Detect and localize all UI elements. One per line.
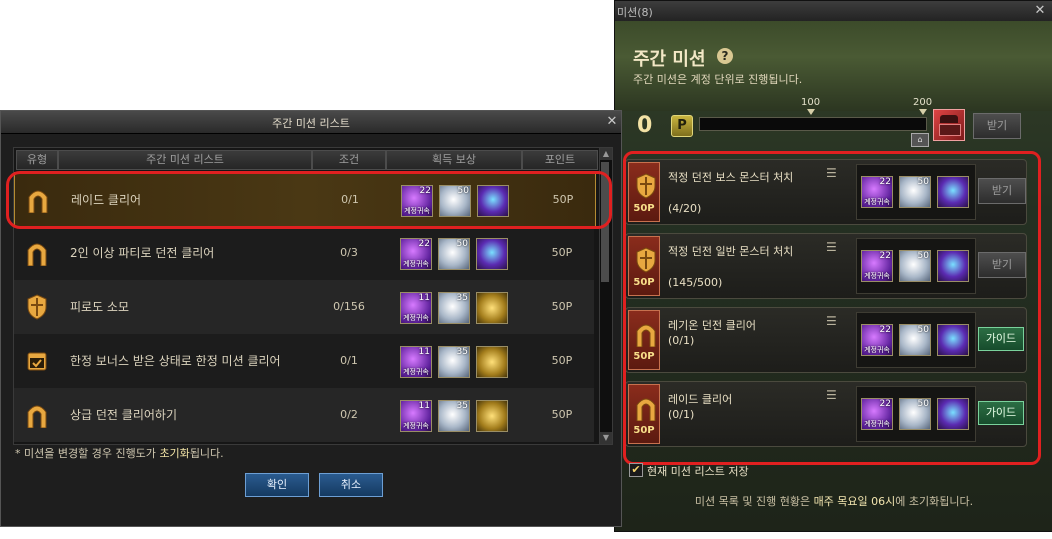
reward-count: 11 xyxy=(418,293,430,303)
mission-list-dialog: 주간 미션 리스트 ✕ 유형 주간 미션 리스트 조건 획득 보상 포인트 레이… xyxy=(0,110,622,527)
reset-notice: 미션 목록 및 진행 현황은 매주 목요일 06시에 초기화됩니다. xyxy=(615,493,1052,509)
reward-list: 11 계정귀속 35 xyxy=(396,288,526,328)
tick-marker-icon xyxy=(807,109,815,115)
chest-lid xyxy=(940,115,958,123)
panel-titlebar: 미션(8) ✕ xyxy=(615,1,1052,22)
silver-crystal-icon[interactable]: 50 xyxy=(438,238,470,270)
gold-pot-icon[interactable] xyxy=(476,346,508,378)
silver-crystal-icon[interactable]: 35 xyxy=(438,400,470,432)
purple-orb-icon[interactable]: 11 계정귀속 xyxy=(400,346,432,378)
reward-list: 11 계정귀속 35 xyxy=(396,342,526,382)
table-row[interactable]: 2인 이상 파티로 던전 클리어 0/3 22 계정귀속 50 50P xyxy=(14,226,594,280)
reward-count: 35 xyxy=(456,401,468,411)
panel-window-title: 미션(8) xyxy=(617,6,653,19)
points-progress-bar xyxy=(699,117,927,131)
purple-orb-icon[interactable]: 11 계정귀속 xyxy=(400,292,432,324)
silver-crystal-icon[interactable]: 35 xyxy=(438,346,470,378)
table-row[interactable]: 피로도 소모 0/156 11 계정귀속 35 50P xyxy=(14,280,594,334)
reward-list: 11 계정귀속 35 xyxy=(396,396,526,436)
highlight-frame xyxy=(623,151,1041,465)
cancel-button[interactable]: 취소 xyxy=(319,473,383,497)
tick-label-200: 200 xyxy=(913,97,933,108)
mission-name: 상급 던전 클리어하기 xyxy=(70,408,177,422)
change-warning-pre: * 미션을 변경할 경우 진행도가 xyxy=(15,447,160,460)
column-condition: 조건 xyxy=(312,150,386,170)
dialog-title: 주간 미션 리스트 xyxy=(272,117,350,130)
tick-marker-icon xyxy=(919,109,927,115)
arch-icon xyxy=(26,240,48,267)
change-warning-reset: 초기화 xyxy=(159,447,190,460)
tick-label-100: 100 xyxy=(801,97,821,108)
reward-count: 35 xyxy=(456,293,468,303)
gold-pot-icon[interactable] xyxy=(476,400,508,432)
shield-icon xyxy=(26,294,48,320)
mission-condition: 0/1 xyxy=(340,354,358,367)
points-icon: P xyxy=(671,115,693,137)
mission-points: 50P xyxy=(551,246,573,259)
lock-icon: ⌂ xyxy=(911,133,929,147)
mission-name: 한정 보너스 받은 상태로 한정 미션 클리어 xyxy=(70,354,281,368)
mission-name: 2인 이상 파티로 던전 클리어 xyxy=(70,246,215,260)
mission-name: 피로도 소모 xyxy=(70,300,130,314)
save-list-label: 현재 미션 리스트 저장 xyxy=(647,465,749,478)
help-icon[interactable]: ? xyxy=(717,48,733,64)
silver-crystal-icon[interactable]: 35 xyxy=(438,292,470,324)
save-list-checkbox[interactable]: ✔ xyxy=(629,463,643,477)
column-mission: 주간 미션 리스트 xyxy=(58,150,312,170)
mission-condition: 0/156 xyxy=(333,300,365,313)
reward-tag: 계정귀속 xyxy=(403,422,429,430)
highlight-frame xyxy=(6,171,612,229)
table-row[interactable]: 상급 던전 클리어하기 0/2 11 계정귀속 35 50P xyxy=(14,388,594,442)
chest-body xyxy=(939,124,961,136)
receive-chest-button[interactable]: 받기 xyxy=(973,113,1021,139)
confirm-button[interactable]: 확인 xyxy=(245,473,309,497)
mission-condition: 0/3 xyxy=(340,246,358,259)
reward-tag: 계정귀속 xyxy=(403,314,429,322)
change-warning: * 미션을 변경할 경우 진행도가 초기화됩니다. xyxy=(15,445,224,461)
close-icon[interactable]: ✕ xyxy=(1033,4,1047,18)
reward-count: 11 xyxy=(418,347,430,357)
purple-orb-icon[interactable]: 22 계정귀속 xyxy=(400,238,432,270)
close-icon[interactable]: ✕ xyxy=(605,115,619,129)
reward-tag: 계정귀속 xyxy=(403,260,429,268)
table-header: 유형 주간 미션 리스트 조건 획득 보상 포인트 xyxy=(14,148,600,170)
current-points: 0 xyxy=(637,113,653,138)
scroll-up-icon[interactable]: ▲ xyxy=(600,148,612,160)
reward-tag: 계정귀속 xyxy=(403,368,429,376)
change-warning-post: 됩니다. xyxy=(189,447,224,460)
column-points: 포인트 xyxy=(522,150,598,170)
table-row[interactable]: 한정 보너스 받은 상태로 한정 미션 클리어 0/1 11 계정귀속 35 50P xyxy=(14,334,594,388)
purple-orb-icon[interactable]: 11 계정귀속 xyxy=(400,400,432,432)
gold-pot-icon[interactable] xyxy=(476,292,508,324)
mission-points: 50P xyxy=(551,354,573,367)
reward-count: 35 xyxy=(456,347,468,357)
reward-count: 11 xyxy=(418,401,430,411)
page-title: 주간 미션 xyxy=(633,49,706,70)
reward-chest-icon[interactable] xyxy=(933,109,965,141)
column-type: 유형 xyxy=(16,150,58,170)
reward-count: 50 xyxy=(456,239,468,249)
reward-count: 22 xyxy=(418,239,430,249)
calendar-icon xyxy=(26,348,48,374)
page-subtitle: 주간 미션은 계정 단위로 진행됩니다. xyxy=(633,73,803,86)
reset-notice-pre: 미션 목록 및 진행 현황은 xyxy=(694,495,814,508)
reset-notice-time: 매주 목요일 06시 xyxy=(813,495,896,508)
column-reward: 획득 보상 xyxy=(386,150,522,170)
dialog-titlebar: 주간 미션 리스트 ✕ xyxy=(1,111,621,134)
scroll-down-icon[interactable]: ▼ xyxy=(600,432,612,444)
reward-list: 22 계정귀속 50 xyxy=(396,234,526,274)
mission-points: 50P xyxy=(551,408,573,421)
weekly-mission-panel: 미션(8) ✕ 주간 미션 ? 주간 미션은 계정 단위로 진행됩니다. 0 P… xyxy=(614,0,1052,532)
reset-notice-post: 에 초기화됩니다. xyxy=(895,495,974,508)
mission-points: 50P xyxy=(551,300,573,313)
arch-icon xyxy=(26,402,48,429)
mission-condition: 0/2 xyxy=(340,408,358,421)
pot-icon[interactable] xyxy=(476,238,508,270)
